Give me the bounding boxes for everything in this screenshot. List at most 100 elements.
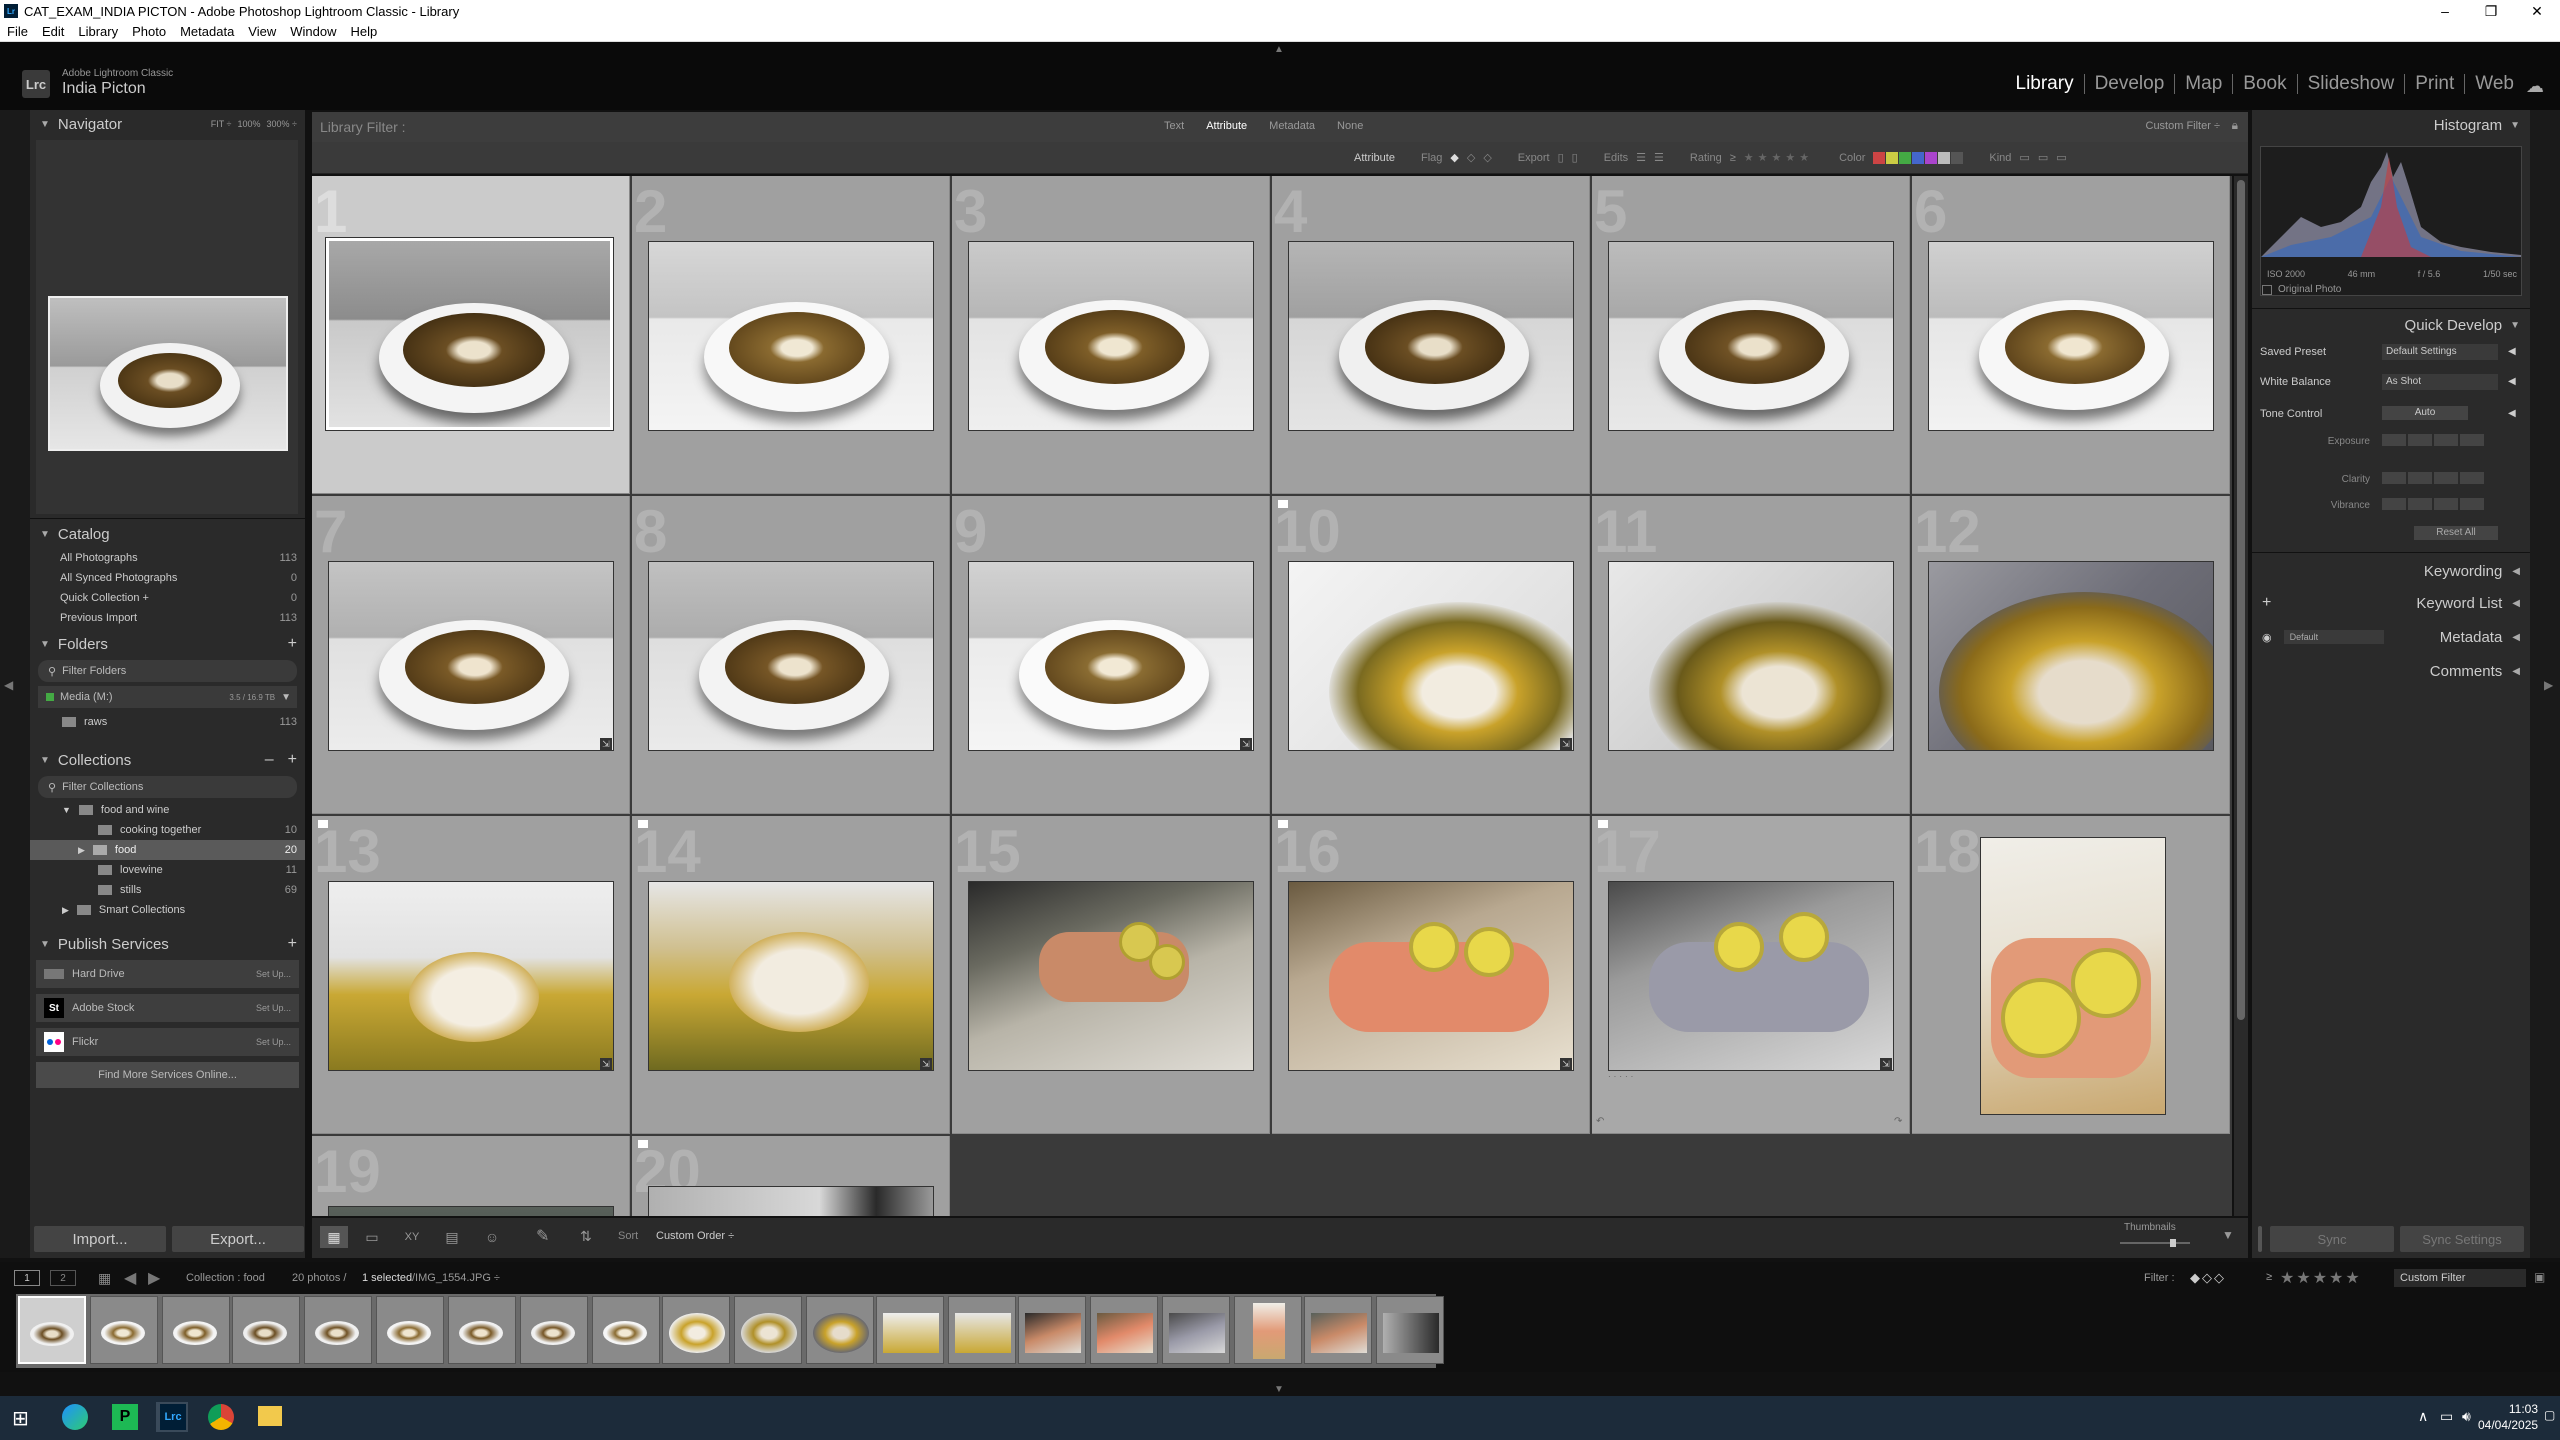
add-publish-icon[interactable]: + [288, 935, 297, 953]
find-more-services-button[interactable]: Find More Services Online... [36, 1062, 299, 1088]
collections-header[interactable]: ▼ Collections – + [30, 746, 305, 774]
edited-badge-icon[interactable]: ⇲ [1880, 1058, 1892, 1070]
metadata-preset-dropdown[interactable]: Default [2283, 630, 2384, 644]
filmstrip-thumbnail[interactable] [1304, 1296, 1372, 1364]
metadata-header[interactable]: ◉ Default Metadata ◀ [2252, 622, 2530, 652]
photo-thumbnail[interactable] [328, 1206, 614, 1216]
clarity-down-button[interactable] [2408, 472, 2432, 484]
photo-thumbnail[interactable] [1980, 837, 2166, 1115]
menu-help[interactable]: Help [344, 24, 385, 39]
grid-cell[interactable]: 20 [632, 1136, 950, 1216]
keyword-list-header[interactable]: + Keyword List ◀ [2252, 588, 2530, 618]
grid-cell[interactable]: 9 ⇲ [952, 496, 1270, 814]
zoom-fit[interactable]: FIT ÷ [211, 119, 232, 129]
filmstrip-thumbnail[interactable] [806, 1296, 874, 1364]
comments-header[interactable]: Comments ◀ [2252, 656, 2530, 686]
filmstrip-thumbnail[interactable] [90, 1296, 158, 1364]
collection-item[interactable]: lovewine 11 [30, 860, 305, 880]
flag-icon[interactable] [638, 820, 648, 828]
catalog-header[interactable]: ▼ Catalog [30, 520, 305, 548]
main-window-button[interactable]: 1 [14, 1270, 40, 1286]
grid-cell[interactable]: 4 [1272, 176, 1590, 494]
photo-thumbnail[interactable] [1928, 561, 2214, 751]
survey-view-icon[interactable]: ▤ [438, 1226, 466, 1248]
vibrance-down-big-button[interactable] [2382, 498, 2406, 510]
photo-thumbnail[interactable] [328, 561, 614, 751]
navigator-preview[interactable] [36, 140, 298, 514]
navigator-header[interactable]: ▼ Navigator FIT ÷ 100% 300% ÷ [30, 110, 305, 138]
sync-toggle[interactable] [2258, 1226, 2262, 1252]
add-keyword-icon[interactable]: + [2262, 594, 2271, 612]
filmstrip-thumbnail[interactable] [948, 1296, 1016, 1364]
edits-edited-icon[interactable]: ☰ [1636, 151, 1646, 164]
catalog-item[interactable]: All Photographs 113 [30, 548, 305, 568]
expand-triangle-icon[interactable]: ◀ [2508, 408, 2516, 419]
chrome-icon[interactable] [208, 1404, 234, 1430]
volume-menu-icon[interactable]: ▼ [281, 692, 291, 703]
keywording-header[interactable]: Keywording ◀ [2252, 556, 2530, 586]
smart-collections[interactable]: ▶ Smart Collections [30, 900, 305, 920]
expand-triangle-icon[interactable]: ▶ [62, 905, 69, 916]
clarity-up-button[interactable] [2434, 472, 2458, 484]
volume-icon[interactable]: 🔊︎ [2462, 1408, 2471, 1425]
custom-filter-dropdown[interactable]: Custom Filter ÷ [2146, 120, 2221, 132]
zoom-100[interactable]: 100% [238, 119, 261, 129]
filmstrip-thumbnail[interactable] [376, 1296, 444, 1364]
edited-badge-icon[interactable]: ⇲ [1240, 738, 1252, 750]
people-view-icon[interactable]: ☺ [478, 1226, 506, 1248]
filter-collections-input[interactable]: ⚲ Filter Collections [38, 776, 297, 798]
module-web[interactable]: Web [2464, 74, 2524, 94]
photo-thumbnail[interactable] [325, 237, 614, 431]
grid-scrollbar-track[interactable] [2234, 176, 2248, 1216]
photo-thumbnail[interactable] [1608, 241, 1894, 431]
clarity-down-big-button[interactable] [2382, 472, 2406, 484]
vibrance-up-big-button[interactable] [2460, 498, 2484, 510]
add-collection-icon[interactable]: + [288, 751, 297, 769]
flag-icon[interactable] [638, 1140, 648, 1148]
white-balance-dropdown[interactable]: As Shot [2382, 374, 2498, 390]
flag-reject-icon[interactable]: ◇ [1483, 151, 1491, 164]
grid-cell[interactable]: 2 [632, 176, 950, 494]
edits-unedited-icon[interactable]: ☰ [1654, 151, 1664, 164]
filmstrip-thumbnail[interactable] [1018, 1296, 1086, 1364]
publish-item-adobe-stock[interactable]: St Adobe Stock Set Up... [36, 994, 299, 1022]
filmstrip-thumbnail[interactable] [734, 1296, 802, 1364]
grid-cell[interactable]: 14 ⇲ [632, 816, 950, 1134]
expand-triangle-icon[interactable]: ◀ [2508, 346, 2516, 357]
loupe-view-icon[interactable]: ▭ [358, 1226, 386, 1248]
flag-pick-icon[interactable]: ◆ [1450, 151, 1458, 164]
slider-handle[interactable] [2170, 1239, 2176, 1247]
filmstrip-thumbnail[interactable] [1234, 1296, 1302, 1364]
filter-lock-icon[interactable]: ▣ [2534, 1270, 2545, 1284]
top-panel-toggle-icon[interactable]: ▲ [1274, 44, 1284, 55]
filter-tab-metadata[interactable]: Metadata [1269, 120, 1315, 132]
photo-thumbnail[interactable] [1928, 241, 2214, 431]
photo-thumbnail[interactable] [1288, 881, 1574, 1071]
setup-link[interactable]: Set Up... [256, 1037, 291, 1047]
sync-button[interactable]: Sync [2270, 1226, 2394, 1252]
exposure-down-big-button[interactable] [2382, 434, 2406, 446]
expand-triangle-icon[interactable]: ▶ [78, 845, 85, 856]
collection-item-selected[interactable]: ▶ food 20 [30, 840, 305, 860]
menu-metadata[interactable]: Metadata [173, 24, 241, 39]
grid-cell[interactable]: 13 ⇲ [312, 816, 630, 1134]
photo-thumbnail[interactable] [648, 881, 934, 1071]
module-book[interactable]: Book [2232, 74, 2296, 94]
filmstrip-filename[interactable]: /IMG_1554.JPG ÷ [412, 1272, 500, 1284]
grid-cell[interactable]: 10 ⇲ [1272, 496, 1590, 814]
auto-tone-button[interactable]: Auto [2382, 406, 2468, 420]
volume-bar[interactable]: Media (M:) 3.5 / 16.9 TB ▼ [38, 686, 297, 708]
menu-library[interactable]: Library [71, 24, 125, 39]
photo-thumbnail[interactable] [1288, 241, 1574, 431]
painter-icon[interactable]: ✎ [536, 1226, 549, 1246]
flag-icon[interactable] [1278, 500, 1288, 508]
grid-cell[interactable]: 17 ····· ⇲ ↶ ↷ [1592, 816, 1910, 1134]
grid-cell[interactable]: 12 [1912, 496, 2230, 814]
filmstrip-thumbnail-selected[interactable] [18, 1296, 86, 1364]
import-button[interactable]: Import... [34, 1226, 166, 1252]
sort-dropdown[interactable]: Custom Order ÷ [656, 1230, 734, 1242]
rotate-right-icon[interactable]: ↷ [1894, 1116, 1902, 1127]
rating-dots[interactable]: ····· [1608, 1072, 1636, 1081]
notification-icon[interactable]: ▢ [2544, 1408, 2555, 1422]
flag-unflagged-icon[interactable]: ◇ [1467, 151, 1475, 164]
